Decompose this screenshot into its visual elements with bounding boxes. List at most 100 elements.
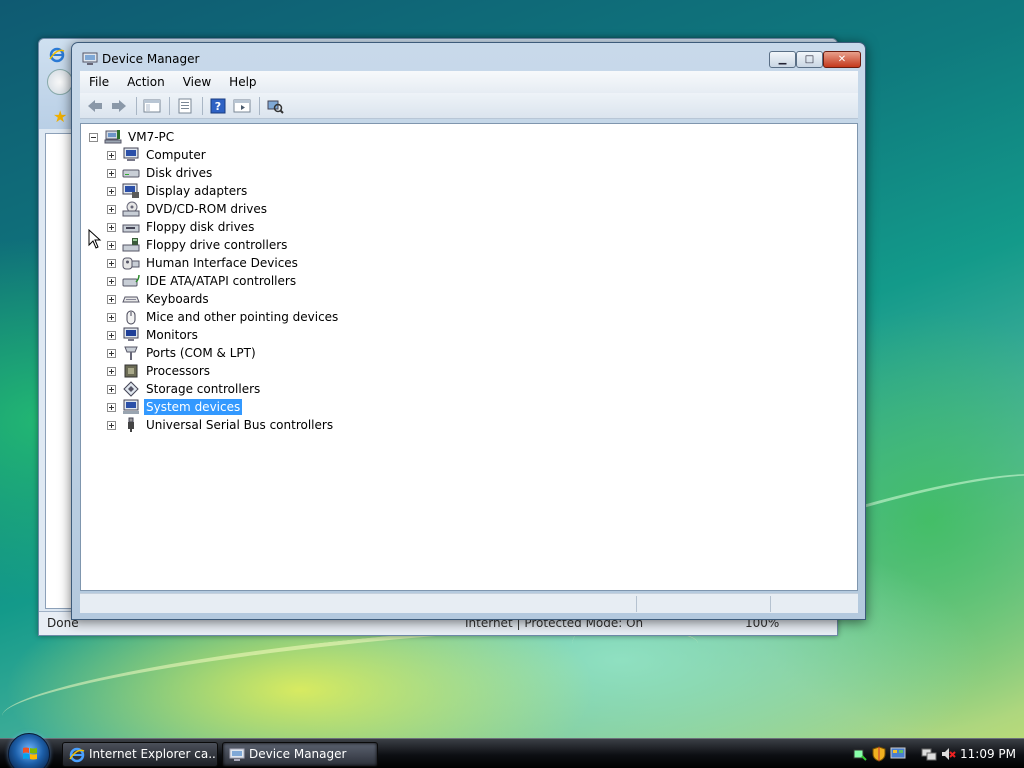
help-icon: ? xyxy=(210,98,226,113)
expand-toggle[interactable] xyxy=(107,402,116,412)
volume-muted-icon[interactable] xyxy=(940,746,956,762)
tree-node-floppy-disk-drives[interactable]: Floppy disk drives xyxy=(107,218,340,236)
scan-hardware-changes-button[interactable] xyxy=(264,96,286,116)
keyboard-icon xyxy=(122,296,140,303)
network-icon[interactable] xyxy=(921,746,937,762)
tree-node-ports[interactable]: Ports (COM & LPT) xyxy=(107,344,340,362)
monitor-icon xyxy=(123,327,139,341)
toolbar-separator xyxy=(136,96,137,115)
show-hide-console-tree-button[interactable] xyxy=(141,96,163,116)
properties-icon xyxy=(178,98,192,113)
tree-children: Computer Disk drives Display adapters DV… xyxy=(107,146,340,434)
scan-hardware-icon xyxy=(267,100,284,114)
ide-controller-icon xyxy=(122,274,140,287)
toolbar-separator xyxy=(169,96,170,115)
tree-root-node[interactable]: VM7-PC xyxy=(89,128,176,146)
title-bar[interactable]: Device Manager ▁ □ ✕ xyxy=(72,43,865,71)
tree-node-monitors[interactable]: Monitors xyxy=(107,326,340,344)
node-label: Floppy drive controllers xyxy=(146,238,288,252)
tree-node-usb-controllers[interactable]: Universal Serial Bus controllers xyxy=(107,416,340,434)
ie-icon xyxy=(49,47,65,63)
status-divider xyxy=(636,596,637,612)
display-adapter-icon xyxy=(122,183,139,198)
help-button[interactable]: ? xyxy=(207,96,229,116)
expand-toggle[interactable] xyxy=(107,384,116,394)
hid-icon xyxy=(122,257,140,270)
expand-toggle[interactable] xyxy=(107,294,116,304)
tree-node-dvd-drives[interactable]: DVD/CD-ROM drives xyxy=(107,200,340,218)
favorites-star-icon[interactable]: ★ xyxy=(53,107,67,126)
collapse-toggle[interactable] xyxy=(89,132,98,142)
expand-toggle[interactable] xyxy=(107,330,116,340)
maximize-button[interactable]: □ xyxy=(796,51,823,68)
device-manager-window[interactable]: Device Manager ▁ □ ✕ File Action View He… xyxy=(71,42,866,620)
expand-toggle[interactable] xyxy=(107,420,116,430)
node-label: Ports (COM & LPT) xyxy=(146,346,256,360)
menu-view[interactable]: View xyxy=(174,75,220,89)
tree-node-processors[interactable]: Processors xyxy=(107,362,340,380)
tree-node-computer[interactable]: Computer xyxy=(107,146,340,164)
device-tree[interactable]: VM7-PC Computer Disk drives Display adap… xyxy=(80,123,858,591)
floppy-drive-icon xyxy=(122,224,140,233)
expand-toggle[interactable] xyxy=(107,312,116,322)
ie-icon xyxy=(69,747,85,763)
menu-action[interactable]: Action xyxy=(118,75,174,89)
properties-button[interactable] xyxy=(174,96,196,116)
menu-file[interactable]: File xyxy=(80,75,118,89)
node-label: Mice and other pointing devices xyxy=(146,310,339,324)
expand-toggle[interactable] xyxy=(107,222,116,232)
computer-icon xyxy=(123,147,139,161)
forward-button[interactable] xyxy=(108,96,130,116)
close-button[interactable]: ✕ xyxy=(823,51,861,68)
floppy-controller-icon xyxy=(122,238,140,252)
tree-node-system-devices[interactable]: System devices xyxy=(107,398,340,416)
tree-node-mice[interactable]: Mice and other pointing devices xyxy=(107,308,340,326)
windows-logo-icon xyxy=(23,747,37,760)
expand-toggle[interactable] xyxy=(107,276,116,286)
node-label-selected: System devices xyxy=(144,399,243,415)
expand-toggle[interactable] xyxy=(107,366,116,376)
node-label: Processors xyxy=(146,364,211,378)
tree-node-ide-controllers[interactable]: IDE ATA/ATAPI controllers xyxy=(107,272,340,290)
action-pane-icon xyxy=(233,99,251,112)
taskbar-item-device-manager[interactable]: Device Manager xyxy=(222,742,378,767)
expand-toggle[interactable] xyxy=(107,186,116,196)
device-manager-icon xyxy=(82,52,98,65)
security-shield-icon[interactable] xyxy=(871,746,887,762)
expand-toggle[interactable] xyxy=(107,204,116,214)
tree-node-floppy-drive-controllers[interactable]: Floppy drive controllers xyxy=(107,236,340,254)
start-button[interactable] xyxy=(8,733,50,768)
back-button[interactable] xyxy=(84,96,106,116)
toolbar: ? xyxy=(80,93,858,119)
expand-toggle[interactable] xyxy=(107,240,116,250)
node-label: Display adapters xyxy=(146,184,248,198)
taskbar-item-internet-explorer[interactable]: Internet Explorer ca... xyxy=(62,742,218,767)
device-manager-icon xyxy=(229,748,245,761)
safely-remove-hardware-icon[interactable] xyxy=(852,746,868,762)
mouse-cursor-icon xyxy=(88,229,102,249)
back-arrow-icon xyxy=(88,99,102,112)
clock[interactable]: 11:09 PM xyxy=(960,739,1016,768)
node-label: Universal Serial Bus controllers xyxy=(146,418,334,432)
tree-node-keyboards[interactable]: Keyboards xyxy=(107,290,340,308)
tree-node-display-adapters[interactable]: Display adapters xyxy=(107,182,340,200)
tree-node-human-interface-devices[interactable]: Human Interface Devices xyxy=(107,254,340,272)
mouse-icon xyxy=(126,310,136,325)
port-icon xyxy=(124,346,138,360)
action-pane-button[interactable] xyxy=(231,96,253,116)
tree-node-storage-controllers[interactable]: Storage controllers xyxy=(107,380,340,398)
expand-toggle[interactable] xyxy=(107,150,116,160)
ie-back-button[interactable] xyxy=(47,69,73,95)
taskbar: Internet Explorer ca... Device Manager 1… xyxy=(0,733,1024,768)
menu-help[interactable]: Help xyxy=(220,75,265,89)
expand-toggle[interactable] xyxy=(107,168,116,178)
dvd-drive-icon xyxy=(122,201,140,217)
tree-node-disk-drives[interactable]: Disk drives xyxy=(107,164,340,182)
display-icon[interactable] xyxy=(890,746,906,762)
minimize-button[interactable]: ▁ xyxy=(769,51,796,68)
computer-root-icon xyxy=(104,130,122,144)
expand-toggle[interactable] xyxy=(107,348,116,358)
node-label: Disk drives xyxy=(146,166,213,180)
toolbar-separator xyxy=(259,96,260,115)
expand-toggle[interactable] xyxy=(107,258,116,268)
